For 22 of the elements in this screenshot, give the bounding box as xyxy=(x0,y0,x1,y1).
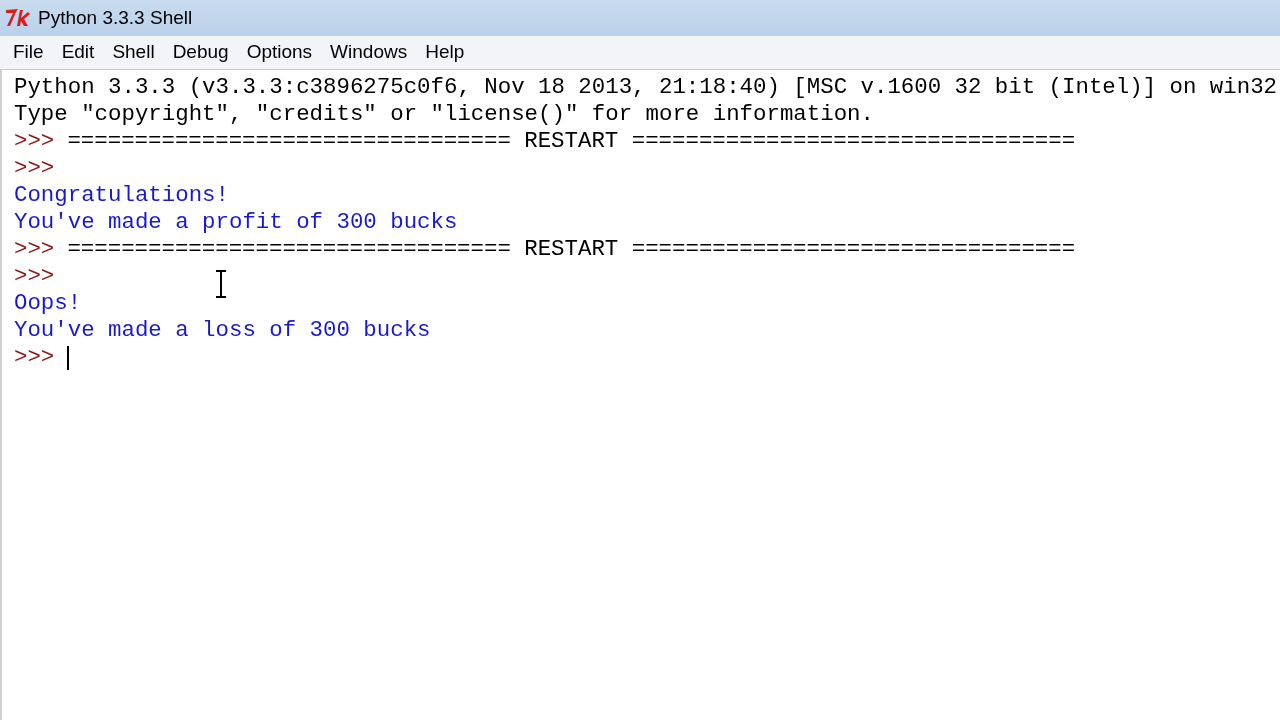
output-line: Congratulations! xyxy=(14,182,230,209)
prompt: >>> xyxy=(14,236,55,263)
banner-line: Python 3.3.3 (v3.3.3:c3896275c0f6, Nov 18 2013, 21:18:40) [MSC v.1600 32 bit (Intel)] on win32 xyxy=(14,74,1279,101)
prompt: >>> xyxy=(14,155,55,182)
prompt: >>> xyxy=(14,263,55,290)
menu-item[interactable]: Options xyxy=(237,36,322,69)
mouse-cursor-icon xyxy=(214,270,228,298)
window-title: Python 3.3.3 Shell xyxy=(38,5,193,30)
menu-item[interactable]: Debug xyxy=(163,36,238,69)
menu-item[interactable]: Edit xyxy=(52,36,104,69)
banner-line: Type "copyright", "credits" or "license()" for more information. xyxy=(14,101,875,128)
prompt: >>> xyxy=(14,128,55,155)
restart-line: ================================= RESTART ================================= xyxy=(67,128,1076,155)
menu-item[interactable]: Shell xyxy=(103,36,164,69)
menu-item[interactable]: Help xyxy=(416,36,474,69)
menu-item[interactable]: Windows xyxy=(321,36,417,69)
prompt: >>> xyxy=(14,344,55,371)
output-line: You've made a loss of 300 bucks xyxy=(14,317,432,344)
restart-line: ================================= RESTART ================================= xyxy=(67,236,1076,263)
output-line: You've made a profit of 300 bucks xyxy=(14,209,459,236)
menu-item[interactable]: File xyxy=(4,36,53,69)
output-line: Oops! xyxy=(14,290,83,317)
